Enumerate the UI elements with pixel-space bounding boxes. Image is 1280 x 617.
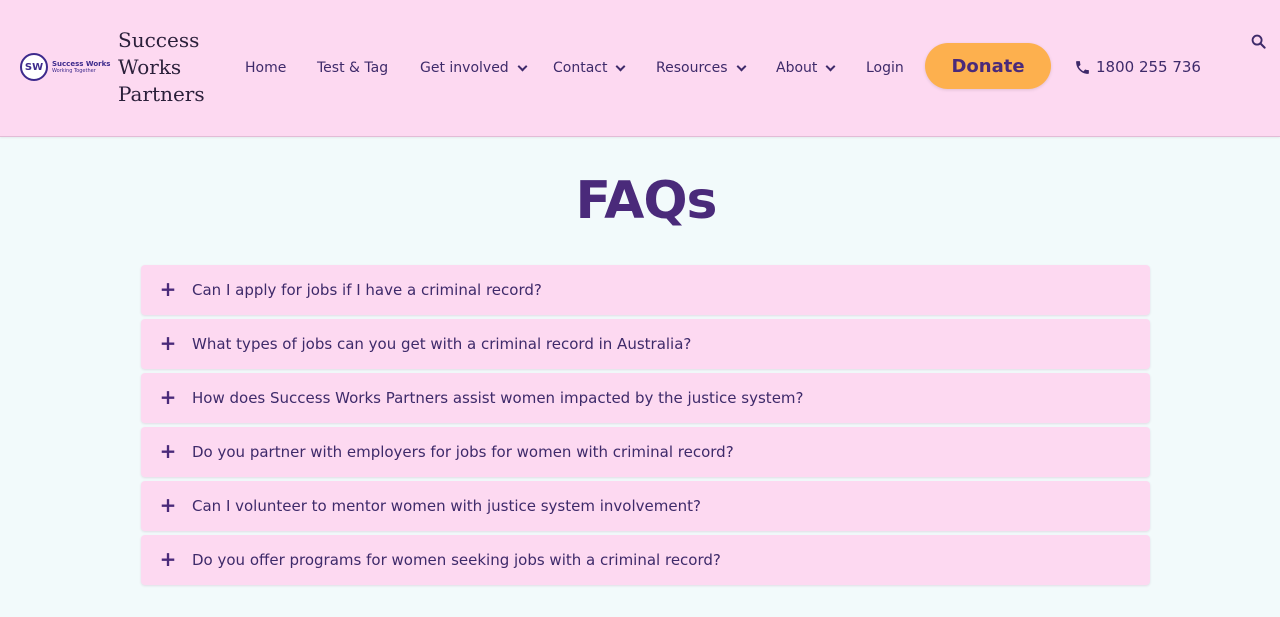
plus-icon: + [159,276,177,301]
page-title: FAQs [575,171,718,231]
nav-get-involved[interactable]: Get involved [420,58,528,78]
nav-home-label: Home [245,60,287,76]
nav-test-and-tag-label: Test & Tag [317,60,389,76]
phone-number: 1800 255 736 [1096,58,1201,76]
site-name-line-1: Success [118,28,200,52]
faq-question: Can I volunteer to mentor women with jus… [192,497,701,515]
faq-item[interactable]: + How does Success Works Partners assist… [141,373,1150,423]
nav-about-label: About [776,60,818,76]
faq-item[interactable]: + Can I volunteer to mentor women with j… [141,481,1150,531]
nav-get-involved-label: Get involved [420,60,509,76]
nav-resources[interactable]: Resources [656,58,746,78]
logo[interactable]: SW Success Works Working Together [20,52,112,82]
faq-item[interactable]: + What types of jobs can you get with a … [141,319,1150,369]
phone-icon [1073,58,1091,76]
logo-badge-icon: SW [20,53,48,81]
faq-accordion: + Can I apply for jobs if I have a crimi… [141,265,1150,589]
faq-question: Do you partner with employers for jobs f… [192,443,734,461]
site-name-line-3: Partners [118,82,205,106]
nav-login-label: Login [866,60,904,76]
plus-icon: + [159,546,177,571]
faq-question: How does Success Works Partners assist w… [192,389,804,407]
site-header: SW Success Works Working Together Succes… [0,0,1280,137]
nav-home[interactable]: Home [245,58,286,78]
faq-item[interactable]: + Do you offer programs for women seekin… [141,535,1150,585]
logo-line-1: Success Works [52,59,111,68]
plus-icon: + [159,492,177,517]
chevron-down-icon [825,61,836,71]
logo-line-2: Working Together [52,67,96,74]
nav-test-and-tag[interactable]: Test & Tag [317,58,388,78]
faq-question: Do you offer programs for women seeking … [192,551,721,569]
chevron-down-icon [736,61,746,71]
nav-about[interactable]: About [776,58,836,78]
nav-contact[interactable]: Contact [553,58,626,78]
faq-question: What types of jobs can you get with a cr… [192,335,692,353]
nav-login[interactable]: Login [866,58,904,78]
faq-item[interactable]: + Do you partner with employers for jobs… [141,427,1150,477]
chevron-down-icon [517,61,528,71]
donate-button[interactable]: Donate [925,43,1051,89]
site-name-line-2: Works [118,55,182,79]
plus-icon: + [159,438,177,463]
plus-icon: + [159,384,177,409]
nav-resources-label: Resources [656,60,728,76]
plus-icon: + [159,330,177,355]
faq-question: Can I apply for jobs if I have a crimina… [192,281,542,299]
logo-text: Success Works Working Together [52,59,111,74]
search-icon[interactable] [1251,34,1267,50]
nav-contact-label: Contact [553,60,608,76]
site-name[interactable]: Success Works Partners [118,27,218,108]
faq-item[interactable]: + Can I apply for jobs if I have a crimi… [141,265,1150,315]
chevron-down-icon [616,61,626,71]
phone-link[interactable]: 1800 255 736 [1073,56,1201,78]
